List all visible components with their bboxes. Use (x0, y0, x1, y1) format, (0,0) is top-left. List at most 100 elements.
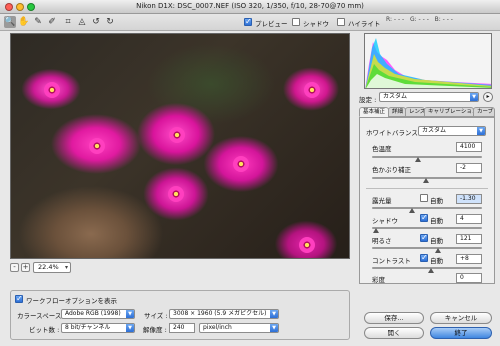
settings-value: カスタム (383, 93, 408, 100)
adjustment-tabs: 基本補正 詳細 レンズ キャリブレーション カーブ (359, 107, 495, 117)
zoom-level-select[interactable]: 22.4% (33, 262, 71, 273)
white-balance-value: カスタム (422, 127, 447, 134)
saturation-label: 彩度 (372, 276, 385, 284)
temperature-input[interactable]: 4100 (456, 142, 482, 152)
tint-slider-thumb[interactable] (422, 178, 429, 183)
exposure-slider-thumb[interactable] (408, 208, 415, 213)
temperature-slider-thumb[interactable] (415, 157, 422, 162)
bitdepth-value: 8 bit/チャンネル (65, 324, 111, 331)
save-button[interactable]: 保存... (364, 312, 424, 324)
settings-menu-icon[interactable]: ▸ (483, 92, 493, 102)
resolution-unit-select[interactable]: pixel/inch ▼ (199, 323, 279, 333)
shadows-slider-thumb[interactable] (373, 228, 380, 233)
exposure-slider[interactable] (372, 207, 482, 209)
white-balance-select[interactable]: カスタム ▼ (418, 126, 486, 136)
tint-label: 色かぶり補正 (372, 166, 411, 174)
histogram-graph (365, 38, 491, 88)
tint-input[interactable]: -2 (456, 163, 482, 173)
zoom-out-button[interactable]: - (10, 263, 19, 272)
shadows-clip-label: シャドウ (303, 20, 329, 28)
contrast-slider-thumb[interactable] (428, 268, 435, 273)
exposure-label: 露光量 (372, 197, 392, 205)
window-title: Nikon D1X: DSC_0007.NEF (ISO 320, 1/350,… (136, 2, 364, 10)
chevron-down-icon: ▼ (126, 310, 134, 318)
resolution-label: 解像度 : (143, 326, 167, 334)
tab-lens[interactable]: レンズ (405, 107, 425, 117)
temperature-label: 色温度 (372, 145, 392, 153)
color-sampler-icon[interactable]: ✐ (46, 16, 58, 28)
contrast-auto-label: 自動 (430, 257, 443, 265)
chevron-down-icon: ▼ (470, 93, 478, 101)
highlights-clip-checkbox[interactable] (337, 18, 345, 26)
shadows-clip-checkbox[interactable] (292, 18, 300, 26)
basic-adjust-panel: ホワイトバランス : カスタム ▼ 色温度 4100 色かぶり補正 -2 露光量… (359, 117, 495, 284)
divider (366, 188, 488, 189)
image-preview[interactable] (10, 33, 350, 259)
brightness-auto-label: 自動 (430, 237, 443, 245)
shadows-input[interactable]: 4 (456, 214, 482, 224)
zoom-tool-icon[interactable]: 🔍 (4, 16, 16, 28)
rotate-right-icon[interactable]: ↻ (104, 16, 116, 28)
g-readout: G: - - - (409, 16, 429, 23)
flower-center (44, 82, 60, 98)
workflow-options-panel: ワークフローオプションを表示 カラースペース : Adobe RGB (1998… (10, 290, 350, 340)
exposure-input[interactable]: -1.30 (456, 194, 482, 204)
preview-checkbox[interactable] (244, 17, 252, 26)
chevron-down-icon: ▼ (477, 127, 485, 135)
resolution-unit-value: pixel/inch (203, 324, 232, 331)
zoom-bar: - + 22.4% (10, 262, 350, 274)
resolution-input[interactable]: 240 (169, 323, 195, 333)
done-button[interactable]: 終了 (430, 327, 492, 339)
shadows-auto-label: 自動 (430, 217, 443, 225)
settings-label: 設定 : (359, 96, 377, 104)
brightness-slider-thumb[interactable] (435, 248, 441, 253)
flower-center (168, 186, 184, 202)
colorspace-value: Adobe RGB (1998) (65, 310, 121, 317)
tab-basic[interactable]: 基本補正 (359, 107, 389, 117)
contrast-label: コントラスト (372, 257, 411, 265)
histogram (364, 33, 492, 89)
flower-center (89, 138, 105, 154)
contrast-input[interactable]: +8 (456, 254, 482, 264)
shadows-slider[interactable] (372, 227, 482, 229)
brightness-auto-checkbox[interactable] (420, 233, 428, 242)
colorspace-label: カラースペース : (17, 312, 66, 320)
brightness-slider[interactable] (372, 247, 482, 249)
shadows-auto-checkbox[interactable] (420, 213, 428, 222)
show-workflow-label: ワークフローオプションを表示 (26, 297, 117, 305)
colorspace-select[interactable]: Adobe RGB (1998) ▼ (61, 309, 135, 319)
flower-center (299, 237, 315, 253)
brightness-input[interactable]: 121 (456, 234, 482, 244)
exposure-auto-label: 自動 (430, 197, 443, 205)
crop-tool-icon[interactable]: ⌗ (62, 16, 74, 28)
cancel-button[interactable]: キャンセル (430, 312, 492, 324)
show-workflow-checkbox[interactable] (15, 294, 23, 303)
tab-detail[interactable]: 詳細 (388, 107, 406, 117)
rgb-readout: R: - - - G: - - - B: - - - (386, 16, 453, 23)
title-bar: Nikon D1X: DSC_0007.NEF (ISO 320, 1/350,… (0, 0, 500, 14)
size-value: 3008 × 1960 (5.9 メガピクセル) (173, 310, 267, 317)
tab-calibration[interactable]: キャリブレーション (424, 107, 474, 117)
eyedropper-icon[interactable]: ✎ (32, 16, 44, 28)
chevron-down-icon: ▼ (126, 324, 134, 332)
size-label: サイズ : (144, 312, 168, 320)
zoom-in-button[interactable]: + (21, 263, 30, 272)
settings-select[interactable]: カスタム ▼ (379, 92, 479, 102)
tab-curve[interactable]: カーブ (473, 107, 495, 117)
saturation-input[interactable]: 0 (456, 273, 482, 283)
flower-center (233, 156, 249, 172)
open-button[interactable]: 開く (364, 327, 424, 339)
exposure-auto-checkbox[interactable] (420, 194, 428, 202)
bitdepth-select[interactable]: 8 bit/チャンネル ▼ (61, 323, 135, 333)
flower-center (304, 82, 320, 98)
bitdepth-label: ビット数 : (29, 326, 60, 334)
contrast-auto-checkbox[interactable] (420, 253, 428, 262)
size-select[interactable]: 3008 × 1960 (5.9 メガピクセル) ▼ (169, 309, 279, 319)
hand-tool-icon[interactable]: ✋ (18, 16, 30, 28)
contrast-slider[interactable] (372, 267, 482, 269)
temperature-slider[interactable] (372, 156, 482, 158)
preview-label: プレビュー (255, 20, 288, 28)
rotate-left-icon[interactable]: ↺ (90, 16, 102, 28)
straighten-tool-icon[interactable]: ◬ (76, 16, 88, 28)
b-readout: B: - - - (434, 16, 453, 23)
